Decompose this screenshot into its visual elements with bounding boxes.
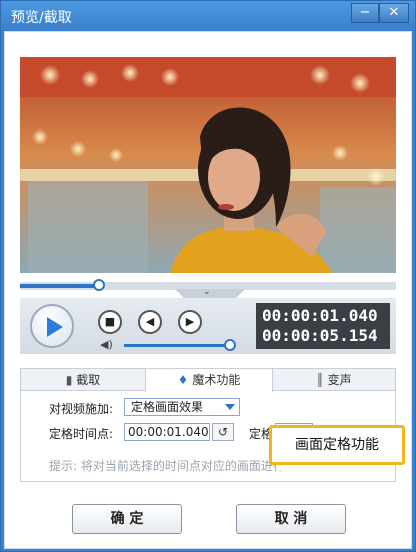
clip-icon: ▮ [65, 373, 73, 387]
seek-progress [20, 284, 99, 288]
next-frame-icon[interactable]: ▶ [178, 310, 202, 334]
tab-voice-change-label: 变声 [327, 373, 352, 387]
chevron-down-icon[interactable]: ⌄ [203, 287, 211, 297]
title-bar[interactable]: 预览/截取 − ✕ [1, 1, 415, 31]
freeze-time-input[interactable]: 00:00:01.040 [124, 423, 210, 441]
tab-magic[interactable]: ♦ 魔术功能 [145, 369, 273, 392]
magic-icon: ♦ [177, 373, 189, 387]
tab-clip[interactable]: ▮ 截取 [21, 369, 145, 391]
video-frame-image [20, 57, 396, 273]
minimize-button[interactable]: − [351, 3, 379, 23]
preview-clip-window: 预览/截取 − ✕ ⌄ ■ ◀ ▶ ◀) 00:00:01.040 00:00:… [0, 0, 416, 552]
window-title: 预览/截取 [11, 10, 72, 26]
play-icon[interactable] [30, 304, 74, 348]
close-button[interactable]: ✕ [379, 3, 409, 23]
tab-voice-change[interactable]: ║ 变声 [273, 369, 395, 391]
volume-icon[interactable]: ◀) [100, 338, 113, 351]
effect-select[interactable]: 定格画面效果 [124, 398, 240, 416]
effect-select-value: 定格画面效果 [131, 400, 204, 414]
volume-handle[interactable] [224, 339, 236, 351]
stop-icon[interactable]: ■ [98, 310, 122, 334]
audio-wave-icon: ║ [316, 373, 324, 387]
player-controls: ■ ◀ ▶ ◀) 00:00:01.040 00:00:05.154 [20, 298, 396, 354]
total-time: 00:00:05.154 [262, 326, 378, 345]
cancel-button[interactable]: 取 消 [236, 504, 346, 534]
current-time: 00:00:01.040 [262, 306, 378, 325]
tab-bar: ▮ 截取 ♦ 魔术功能 ║ 变声 [21, 369, 395, 392]
chevron-down-icon [225, 404, 235, 410]
seek-handle[interactable] [92, 279, 105, 291]
ok-button[interactable]: 确 定 [72, 504, 182, 534]
tab-magic-label: 魔术功能 [192, 373, 241, 387]
volume-slider[interactable] [124, 344, 232, 347]
tab-clip-label: 截取 [76, 373, 101, 387]
feature-callout: 画面定格功能 [269, 425, 405, 465]
set-current-time-icon[interactable]: ↺ [212, 423, 234, 441]
video-preview [20, 57, 396, 273]
freeze-time-label: 定格时间点: [49, 427, 114, 441]
apply-effect-label: 对视频施加: [49, 402, 114, 416]
time-display: 00:00:01.040 00:00:05.154 [256, 303, 390, 349]
dialog-body: ⌄ ■ ◀ ▶ ◀) 00:00:01.040 00:00:05.154 ▮ 截取… [4, 31, 412, 549]
prev-frame-icon[interactable]: ◀ [138, 310, 162, 334]
hint-text: 提示: 将对当前选择的时间点对应的画面进行定格 [49, 459, 281, 473]
